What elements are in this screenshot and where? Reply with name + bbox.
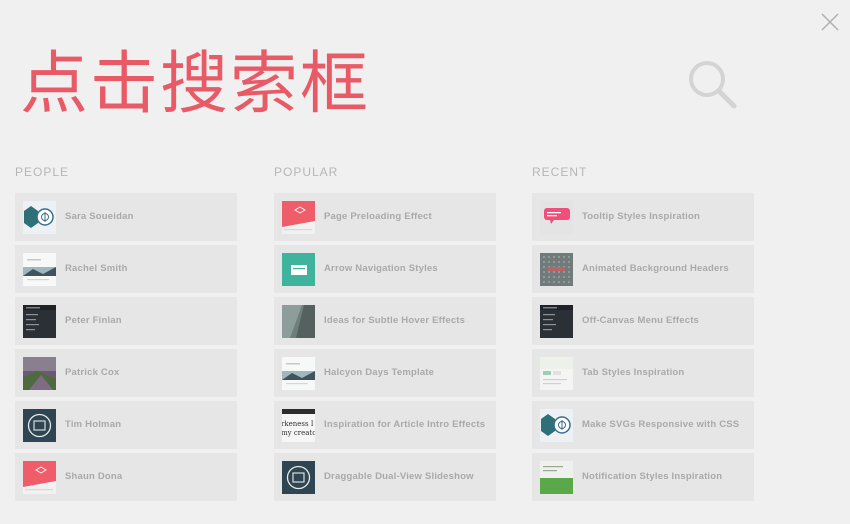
thumbnail-image bbox=[540, 201, 573, 234]
popular-list: Page Preloading Effect Arrow Navigation S… bbox=[274, 193, 496, 501]
search-icon bbox=[689, 61, 737, 109]
item-label: Animated Background Headers bbox=[582, 263, 729, 274]
column-title: POPULAR bbox=[274, 165, 339, 179]
list-item[interactable]: Notification Styles Inspiration bbox=[532, 453, 754, 501]
list-item[interactable]: Ideas for Subtle Hover Effects bbox=[274, 297, 496, 345]
item-label: Off-Canvas Menu Effects bbox=[582, 315, 700, 326]
item-label: Ideas for Subtle Hover Effects bbox=[324, 315, 466, 326]
item-label: Make SVGs Responsive with CSS bbox=[582, 419, 740, 430]
item-label: Notification Styles Inspiration bbox=[582, 471, 723, 482]
list-item[interactable]: Rachel Smith bbox=[15, 245, 237, 293]
list-item[interactable]: Make SVGs Responsive with CSS bbox=[532, 401, 754, 449]
item-label: Page Preloading Effect bbox=[324, 211, 432, 222]
thumbnail-image: rkeness I willmy creators bbox=[282, 409, 315, 442]
thumbnail-image bbox=[282, 201, 315, 234]
thumbnail-image bbox=[23, 305, 56, 338]
list-item[interactable]: Page Preloading Effect bbox=[274, 193, 496, 241]
column-title: RECENT bbox=[532, 165, 588, 179]
list-item[interactable]: Tim Holman bbox=[15, 401, 237, 449]
thumbnail-image bbox=[540, 409, 573, 442]
thumbnail-image bbox=[540, 357, 573, 390]
search-input[interactable]: 点击搜索框 bbox=[20, 42, 660, 128]
item-label: Shaun Dona bbox=[65, 471, 123, 482]
item-label: Tim Holman bbox=[65, 419, 122, 430]
item-label: Rachel Smith bbox=[65, 263, 128, 274]
thumbnail-image bbox=[282, 305, 315, 338]
item-label: Peter Finlan bbox=[65, 315, 122, 326]
list-item[interactable]: Patrick Cox bbox=[15, 349, 237, 397]
thumbnail-image bbox=[540, 461, 573, 494]
thumbnail-image bbox=[23, 357, 56, 390]
item-label: Inspiration for Article Intro Effects bbox=[324, 419, 486, 430]
thumbnail-image bbox=[282, 461, 315, 494]
list-item[interactable]: Halcyon Days Template bbox=[274, 349, 496, 397]
list-item[interactable]: Sara Soueidan bbox=[15, 193, 237, 241]
list-item[interactable]: Tab Styles Inspiration bbox=[532, 349, 754, 397]
list-item[interactable]: Peter Finlan bbox=[15, 297, 237, 345]
recent-column: RECENT Tooltip Styles Inspiration Animate… bbox=[532, 165, 754, 505]
list-item[interactable]: Animated Background Headers bbox=[532, 245, 754, 293]
svg-text:my creators: my creators bbox=[282, 429, 315, 437]
list-item[interactable]: Tooltip Styles Inspiration bbox=[532, 193, 754, 241]
item-label: Draggable Dual-View Slideshow bbox=[324, 471, 474, 482]
thumbnail-image bbox=[282, 253, 315, 286]
thumbnail-image bbox=[23, 253, 56, 286]
column-title: PEOPLE bbox=[15, 165, 70, 179]
item-label: Arrow Navigation Styles bbox=[324, 263, 438, 274]
recent-list: Tooltip Styles Inspiration Animated Backg… bbox=[532, 193, 754, 501]
close-icon bbox=[821, 13, 839, 31]
item-label: Halcyon Days Template bbox=[324, 367, 435, 378]
thumbnail-image bbox=[282, 357, 315, 390]
people-column: PEOPLE Sara Soueidan Rachel Smith Peter Fi… bbox=[15, 165, 237, 505]
thumbnail-image bbox=[23, 409, 56, 442]
item-label: Sara Soueidan bbox=[65, 211, 134, 222]
search-overlay: 点击搜索框 PEOPLE Sara Soueidan Rachel Smith Pe… bbox=[0, 0, 850, 524]
people-list: Sara Soueidan Rachel Smith Peter Finlan Pat… bbox=[15, 193, 237, 501]
item-label: Patrick Cox bbox=[65, 367, 120, 378]
list-item[interactable]: Draggable Dual-View Slideshow bbox=[274, 453, 496, 501]
item-label: Tooltip Styles Inspiration bbox=[582, 211, 700, 222]
list-item[interactable]: Arrow Navigation Styles bbox=[274, 245, 496, 293]
list-item[interactable]: rkeness I willmy creators Inspiration for… bbox=[274, 401, 496, 449]
search-button[interactable] bbox=[686, 58, 738, 110]
list-item[interactable]: Shaun Dona bbox=[15, 453, 237, 501]
close-button[interactable] bbox=[819, 11, 841, 33]
thumbnail-image bbox=[540, 253, 573, 286]
popular-column: POPULAR Page Preloading Effect Arrow Navi… bbox=[274, 165, 496, 505]
thumbnail-image bbox=[23, 201, 56, 234]
thumbnail-image bbox=[540, 305, 573, 338]
list-item[interactable]: Off-Canvas Menu Effects bbox=[532, 297, 754, 345]
item-label: Tab Styles Inspiration bbox=[582, 367, 685, 378]
thumbnail-image bbox=[23, 461, 56, 494]
svg-text:rkeness I will: rkeness I will bbox=[282, 420, 315, 428]
